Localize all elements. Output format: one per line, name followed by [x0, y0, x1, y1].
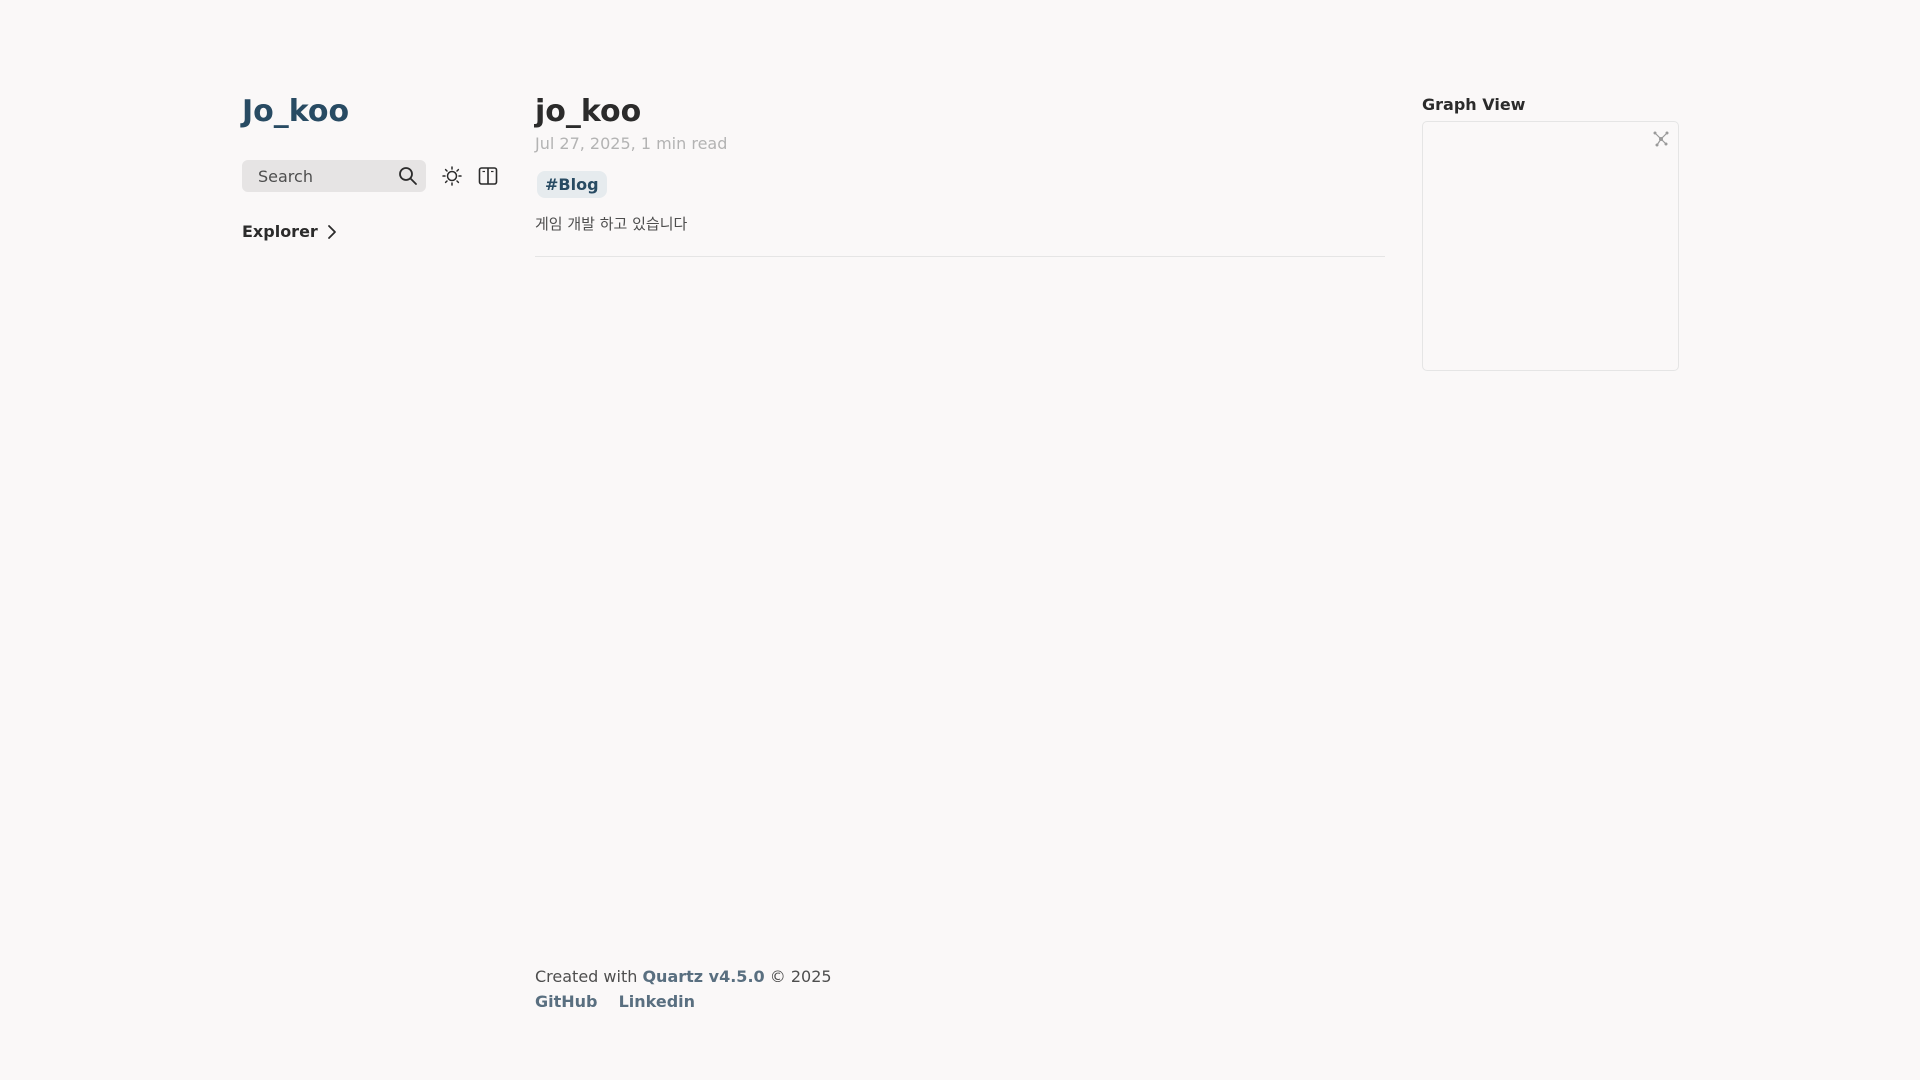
explorer-label: Explorer	[242, 222, 318, 241]
footer-created-with: Created with	[535, 967, 638, 986]
search-icon	[398, 166, 418, 186]
right-sidebar: Graph View	[1422, 96, 1679, 371]
github-link[interactable]: GitHub	[535, 992, 598, 1011]
article-meta: Jul 27, 2025, 1 min read	[535, 134, 1385, 154]
tag-blog[interactable]: #Blog	[537, 171, 607, 198]
sidebar-tools: Search	[242, 160, 512, 192]
search-button[interactable]: Search	[242, 160, 426, 192]
article-title: jo_koo	[535, 94, 642, 129]
quartz-link[interactable]: Quartz v4.5.0	[642, 967, 764, 986]
explorer-toggle[interactable]: Explorer	[242, 222, 512, 241]
page: Jo_koo Search Explorer jo_koo Jul 27, 20…	[0, 0, 1920, 1080]
sun-icon[interactable]	[442, 166, 462, 186]
article-date: Jul 27, 2025	[535, 134, 631, 153]
article: jo_koo Jul 27, 2025, 1 min read #Blog 게임…	[535, 90, 1385, 257]
graph-view-title: Graph View	[1422, 95, 1526, 114]
graph-view-canvas[interactable]	[1422, 121, 1679, 371]
tag-list: #Blog	[535, 171, 1385, 198]
meta-separator: ,	[630, 134, 641, 153]
search-label: Search	[258, 166, 313, 186]
footer-credit: Created with Quartz v4.5.0 © 2025	[535, 966, 832, 988]
footer: Created with Quartz v4.5.0 © 2025 GitHub…	[535, 966, 832, 1013]
reading-time: 1 min read	[640, 134, 728, 153]
footer-copyright: © 2025	[769, 967, 832, 986]
article-body: 게임 개발 하고 있습니다	[535, 215, 688, 233]
footer-links: GitHub Linkedin	[535, 991, 832, 1013]
left-sidebar: Jo_koo Search Explorer	[242, 90, 512, 241]
chevron-right-icon	[326, 224, 338, 240]
expand-graph-icon[interactable]	[1652, 130, 1670, 148]
divider	[535, 256, 1385, 257]
reader-mode-icon[interactable]	[478, 166, 498, 186]
linkedin-link[interactable]: Linkedin	[619, 992, 695, 1011]
site-title[interactable]: Jo_koo	[242, 90, 512, 134]
